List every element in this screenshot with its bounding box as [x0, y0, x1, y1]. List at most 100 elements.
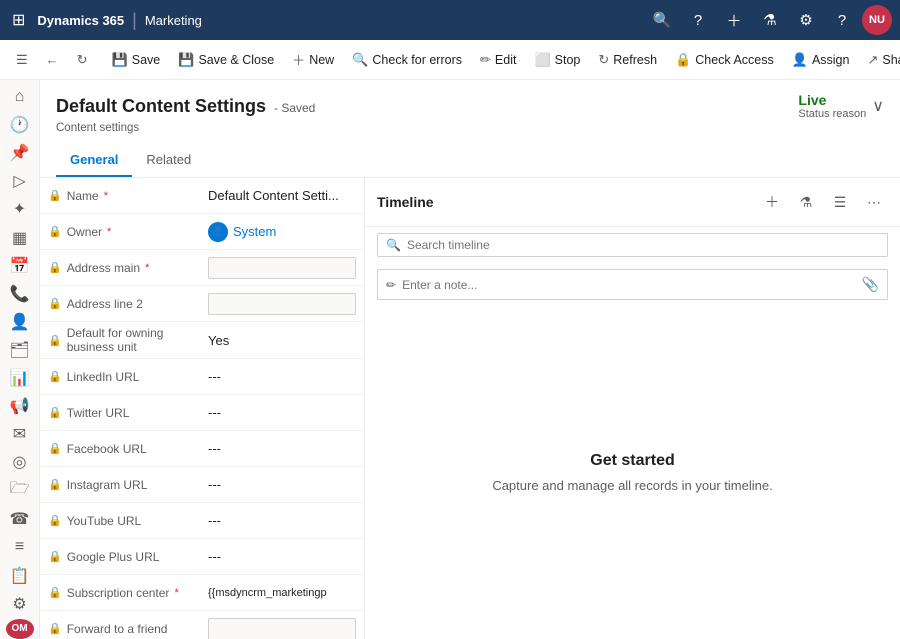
lock-icon-google: 🔒	[48, 550, 62, 563]
save-button[interactable]: 💾 Save	[104, 47, 169, 73]
hamburger-icon: ☰	[16, 52, 28, 68]
sidebar-item-reports[interactable]: 📊	[2, 365, 38, 391]
refresh-button[interactable]: ↻ Refresh	[590, 47, 665, 73]
module-name: Marketing	[145, 13, 202, 28]
field-instagram: 🔒 Instagram URL ---	[40, 467, 364, 503]
sidebar-item-circle[interactable]: ◎	[2, 449, 38, 475]
sidebar-item-list2[interactable]: 📋	[2, 563, 38, 589]
edit-button[interactable]: ✏ Edit	[472, 47, 524, 73]
timeline-more-icon[interactable]: ⋯	[860, 188, 888, 216]
sidebar-avatar[interactable]: OM	[6, 619, 34, 639]
check-access-button[interactable]: 🔒 Check Access	[667, 47, 782, 73]
settings-icon[interactable]: ⚙	[790, 4, 822, 36]
field-twitter-value: ---	[208, 405, 356, 420]
page-title: Default Content Settings	[56, 96, 266, 117]
timeline-filter-icon[interactable]: ⚗	[792, 188, 820, 216]
field-google-value: ---	[208, 549, 356, 564]
field-instagram-value: ---	[208, 477, 356, 492]
lock-icon-youtube: 🔒	[48, 514, 62, 527]
help-icon[interactable]: ?	[682, 4, 714, 36]
timeline-note-input[interactable]	[402, 278, 856, 292]
field-youtube: 🔒 YouTube URL ---	[40, 503, 364, 539]
timeline-search-input[interactable]	[407, 238, 879, 252]
tab-general[interactable]: General	[56, 144, 132, 177]
new-icon: ＋	[292, 50, 305, 69]
sidebar-item-settings2[interactable]: ⚙	[2, 591, 38, 617]
field-owner: 🔒 Owner * 👤 System	[40, 214, 364, 250]
field-subscription-value: {{msdyncrm_marketingp	[208, 587, 356, 599]
sidebar-item-calendar[interactable]: 📅	[2, 253, 38, 279]
save-close-button[interactable]: 💾 Save & Close	[170, 47, 282, 73]
lock-icon-address2: 🔒	[48, 297, 62, 310]
assign-button[interactable]: 👤 Assign	[784, 47, 858, 73]
status-label: Live	[798, 92, 866, 108]
main-panel: Default Content Settings - Saved Live St…	[40, 80, 900, 639]
sidebar-item-pinned[interactable]: 📌	[2, 140, 38, 166]
timeline-add-icon[interactable]: ＋	[758, 188, 786, 216]
sidebar-item-phone[interactable]: 📞	[2, 281, 38, 307]
content-area: 🔒 Name * Default Content Setti... 🔒 Owne…	[40, 178, 900, 639]
sidebar-item-contacts[interactable]: 👤	[2, 309, 38, 335]
back-icon: ←	[46, 52, 59, 67]
forward-button[interactable]: ↻	[69, 47, 96, 73]
status-reason: Status reason	[798, 108, 866, 120]
avatar[interactable]: NU	[862, 5, 892, 35]
address-line2-input[interactable]	[208, 293, 356, 315]
search-icon[interactable]: 🔍	[646, 4, 678, 36]
sidebar-item-magic[interactable]: ✦	[2, 196, 38, 222]
field-facebook-value: ---	[208, 441, 356, 456]
share-button[interactable]: ↗ Share	[859, 47, 900, 73]
timeline-list-icon[interactable]: ☰	[826, 188, 854, 216]
top-nav: ⊞ Dynamics 365 | Marketing 🔍 ? ＋ ⚗ ⚙ ? N…	[0, 0, 900, 40]
lock-icon-twitter: 🔒	[48, 406, 62, 419]
field-linkedin: 🔒 LinkedIn URL ---	[40, 359, 364, 395]
grid-icon[interactable]: ⊞	[8, 6, 29, 34]
form-panel: 🔒 Name * Default Content Setti... 🔒 Owne…	[40, 178, 365, 639]
field-google-plus: 🔒 Google Plus URL ---	[40, 539, 364, 575]
sidebar-item-list[interactable]: ≡	[2, 534, 38, 560]
layout: ⌂ 🕐 📌 ▷ ✦ ▦ 📅 📞 👤 🗂 📊 📢 ✉ ◎ 🗁 ☎ ≡ 📋 ⚙ OM…	[0, 80, 900, 639]
timeline-panel: Timeline ＋ ⚗ ☰ ⋯ 🔍 ✏ 📎	[365, 178, 900, 639]
sidebar-item-recent[interactable]: 🕐	[2, 112, 38, 138]
sidebar-item-folder[interactable]: 🗁	[2, 477, 38, 504]
top-nav-right: 🔍 ? ＋ ⚗ ⚙ ? NU	[646, 4, 892, 36]
title-left: Default Content Settings - Saved	[56, 96, 315, 117]
status-chevron-icon[interactable]: ∨	[872, 96, 884, 116]
sidebar-item-files[interactable]: 🗂	[2, 337, 38, 363]
sidebar-item-home[interactable]: ⌂	[2, 84, 38, 110]
sidebar-item-play[interactable]: ▷	[2, 168, 38, 194]
sidebar-item-email[interactable]: ✉	[2, 421, 38, 447]
hamburger-button[interactable]: ☰	[8, 47, 36, 73]
sidebar-item-phone2[interactable]: ☎	[2, 506, 38, 532]
lock-icon-subscription: 🔒	[48, 586, 62, 599]
lock-icon-facebook: 🔒	[48, 442, 62, 455]
back-button[interactable]: ←	[38, 47, 67, 72]
address-main-input[interactable]	[208, 257, 356, 279]
check-errors-button[interactable]: 🔍 Check for errors	[344, 47, 470, 73]
lock-icon-instagram: 🔒	[48, 478, 62, 491]
field-default-value: Yes	[208, 333, 356, 348]
forward-input[interactable]	[208, 618, 356, 639]
share-icon: ↗	[867, 52, 878, 68]
sidebar-item-marketing[interactable]: 📢	[2, 393, 38, 419]
filter-icon[interactable]: ⚗	[754, 4, 786, 36]
question-icon[interactable]: ?	[826, 4, 858, 36]
sidebar-item-table[interactable]: ▦	[2, 224, 38, 250]
new-record-icon[interactable]: ＋	[718, 4, 750, 36]
field-forward: 🔒 Forward to a friend	[40, 611, 364, 639]
lock-icon-default: 🔒	[48, 334, 62, 347]
timeline-note-bar: ✏ 📎	[377, 269, 888, 300]
nav-divider: |	[132, 10, 137, 31]
stop-button[interactable]: ⬜ Stop	[526, 47, 588, 73]
tabs: General Related	[56, 144, 884, 177]
page-header: Default Content Settings - Saved Live St…	[40, 80, 900, 178]
field-default-owning: 🔒 Default for owning business unit Yes	[40, 322, 364, 359]
check-access-icon: 🔒	[675, 52, 691, 68]
field-owner-value[interactable]: 👤 System	[208, 222, 356, 242]
title-row: Default Content Settings - Saved Live St…	[56, 92, 884, 120]
new-button[interactable]: ＋ New	[284, 45, 342, 74]
tab-related[interactable]: Related	[132, 144, 205, 177]
timeline-attachment-icon[interactable]: 📎	[862, 276, 879, 293]
stop-icon: ⬜	[534, 52, 550, 68]
owner-avatar: 👤	[208, 222, 228, 242]
